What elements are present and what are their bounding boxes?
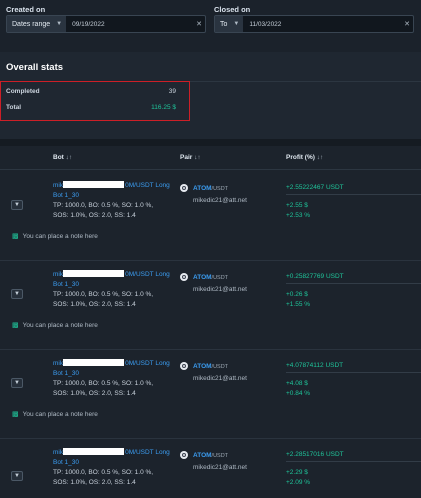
sort-icon: ↓↑ — [194, 154, 201, 161]
filters-bar: Created on Dates range ▼ 09/19/2022 ✕ Cl… — [0, 0, 421, 52]
account-email: mikedic21@att.net — [193, 375, 247, 382]
closed-on-label: Closed on — [214, 5, 251, 14]
account-email: mikedic21@att.net — [193, 286, 247, 293]
divider — [286, 461, 421, 462]
highlight-box — [0, 81, 190, 121]
profit-usd: +2.29 $ — [286, 469, 308, 476]
redacted-area — [63, 448, 124, 455]
table-row: ▼ mik 0M/USDT Long Bot 1_30 TP: 1000.0, B… — [0, 261, 421, 350]
table-header: Bot ↓↑ Pair ↓↑ Profit (%) ↓↑ — [0, 146, 421, 170]
section-gap — [0, 139, 421, 146]
note-placeholder[interactable]: ▩ You can place a note here — [12, 410, 98, 419]
divider — [286, 372, 421, 373]
deals-table: Bot ↓↑ Pair ↓↑ Profit (%) ↓↑ ▼ mik 0M/USD… — [0, 146, 421, 498]
pair-link[interactable]: ATOM/USDT — [193, 185, 228, 192]
divider — [286, 283, 421, 284]
redacted-area — [63, 359, 124, 366]
table-row: ▼ mik 0M/USDT Long Bot 1_30 TP: 1000.0, B… — [0, 172, 421, 261]
column-header-pair[interactable]: Pair ↓↑ — [180, 154, 201, 161]
account-email: mikedic21@att.net — [193, 464, 247, 471]
created-on-filter[interactable]: Dates range ▼ 09/19/2022 ✕ — [6, 15, 206, 33]
note-text: You can place a note here — [22, 410, 98, 418]
created-on-date-input[interactable]: 09/19/2022 — [66, 16, 193, 32]
table-row: ▼ mik 0M/USDT Long Bot 1_30 TP: 1000.0, B… — [0, 439, 421, 498]
chevron-down-icon: ▼ — [56, 21, 63, 27]
pair-link[interactable]: ATOM/USDT — [193, 274, 228, 281]
account-email: mikedic21@att.net — [193, 197, 247, 204]
profit-percent: +0.84 % — [286, 390, 311, 397]
expand-row-button[interactable]: ▼ — [11, 200, 23, 210]
bot-params-line-2: SOS: 1.0%, OS: 2.0, SS: 1.4 — [53, 390, 136, 397]
pair-link[interactable]: ATOM/USDT — [193, 363, 228, 370]
closed-on-date-input[interactable]: 11/03/2022 — [243, 16, 401, 32]
expand-row-button[interactable]: ▼ — [11, 289, 23, 299]
created-on-label: Created on — [6, 5, 46, 14]
note-text: You can place a note here — [22, 321, 98, 329]
closed-on-mode-value: To — [220, 20, 228, 28]
close-icon[interactable]: ✕ — [193, 16, 205, 32]
pair-link[interactable]: ATOM/USDT — [193, 452, 228, 459]
atom-coin-icon — [180, 362, 188, 370]
bot-params-line-1: TP: 1000.0, BO: 0.5 %, SO: 1.0 %, — [53, 202, 154, 209]
closed-on-mode-select[interactable]: To ▼ — [215, 16, 244, 32]
sort-icon: ↓↑ — [65, 154, 73, 161]
closed-on-filter[interactable]: To ▼ 11/03/2022 ✕ — [214, 15, 414, 33]
profit-usdt: +4.07874112 USDT — [286, 362, 344, 369]
bot-params-line-1: TP: 1000.0, BO: 0.5 %, SO: 1.0 %, — [53, 380, 154, 387]
column-header-profit-label: Profit (%) — [286, 154, 315, 161]
overall-stats-panel: Overall stats Completed 39 Total 116.25 … — [0, 52, 421, 139]
table-row: ▼ mik 0M/USDT Long Bot 1_30 TP: 1000.0, B… — [0, 350, 421, 439]
profit-usd: +2.55 $ — [286, 202, 308, 209]
bot-id-link[interactable]: Bot 1_30 — [53, 281, 79, 288]
bot-params-line-2: SOS: 1.0%, OS: 2.0, SS: 1.4 — [53, 212, 136, 219]
bot-id-link[interactable]: Bot 1_30 — [53, 370, 79, 377]
profit-usd: +0.26 $ — [286, 291, 308, 298]
divider — [286, 194, 421, 195]
note-text: You can place a note here — [22, 232, 98, 240]
overall-stats-title: Overall stats — [6, 62, 64, 73]
column-header-profit[interactable]: Profit (%) ↓↑ — [286, 154, 323, 161]
atom-coin-icon — [180, 184, 188, 192]
created-on-mode-value: Dates range — [12, 20, 51, 28]
sort-icon: ↓↑ — [316, 154, 324, 161]
chevron-down-icon: ▼ — [233, 21, 240, 27]
note-placeholder[interactable]: ▩ You can place a note here — [12, 232, 98, 241]
created-on-mode-select[interactable]: Dates range ▼ — [7, 16, 67, 32]
comment-icon: ▩ — [12, 322, 19, 329]
atom-coin-icon — [180, 451, 188, 459]
bot-id-link[interactable]: Bot 1_30 — [53, 459, 79, 466]
profit-percent: +1.55 % — [286, 301, 311, 308]
bot-params-line-1: TP: 1000.0, BO: 0.5 %, SO: 1.0 %, — [53, 469, 154, 476]
atom-coin-icon — [180, 273, 188, 281]
expand-row-button[interactable]: ▼ — [11, 378, 23, 388]
profit-usdt: +2.28517016 USDT — [286, 451, 344, 458]
close-icon[interactable]: ✕ — [401, 16, 413, 32]
comment-icon: ▩ — [12, 233, 19, 240]
profit-percent: +2.53 % — [286, 212, 311, 219]
profit-usd: +4.08 $ — [286, 380, 308, 387]
column-header-bot[interactable]: Bot ↓↑ — [53, 154, 72, 161]
bot-params-line-2: SOS: 1.0%, OS: 2.0, SS: 1.4 — [53, 301, 136, 308]
redacted-area — [63, 270, 124, 277]
expand-row-button[interactable]: ▼ — [11, 471, 23, 481]
column-header-pair-label: Pair — [180, 154, 193, 161]
profit-usdt: +2.55222467 USDT — [286, 184, 344, 191]
redacted-area — [63, 181, 124, 188]
comment-icon: ▩ — [12, 411, 19, 418]
bot-params-line-1: TP: 1000.0, BO: 0.5 %, SO: 1.0 %, — [53, 291, 154, 298]
note-placeholder[interactable]: ▩ You can place a note here — [12, 321, 98, 330]
bot-params-line-2: SOS: 1.0%, OS: 2.0, SS: 1.4 — [53, 479, 136, 486]
column-header-bot-label: Bot — [53, 154, 64, 161]
profit-usdt: +0.25827769 USDT — [286, 273, 344, 280]
profit-percent: +2.09 % — [286, 479, 311, 486]
bot-id-link[interactable]: Bot 1_30 — [53, 192, 79, 199]
